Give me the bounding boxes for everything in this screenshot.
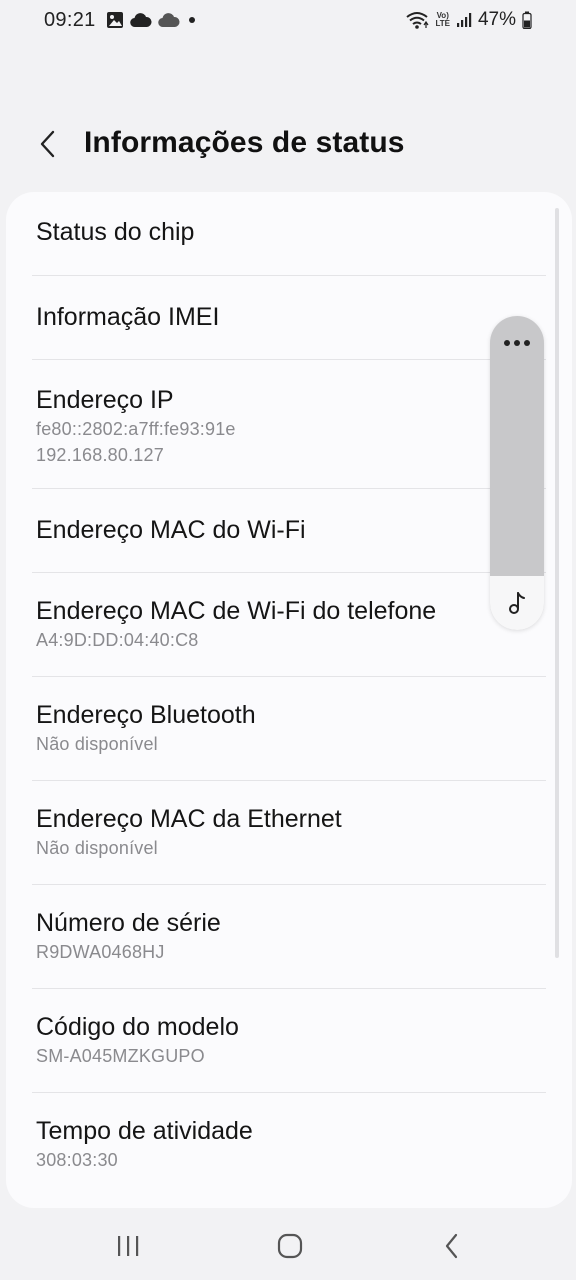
list-item-phone-wifi-mac[interactable]: Endereço MAC de Wi-Fi do telefone A4:9D:… [6,573,572,677]
item-value: Não disponível [36,734,158,754]
list-item-model-code[interactable]: Código do modelo SM-A045MZKGUPO [6,989,572,1093]
list-item-imei[interactable]: Informação IMEI [6,276,572,360]
music-button[interactable] [490,576,544,630]
list-item-chip-status[interactable]: Status do chip [6,192,572,276]
notification-icons [106,11,198,29]
item-title: Tempo de atividade [36,1117,253,1145]
signal-icon [456,13,472,27]
item-value-ipv4: 192.168.80.127 [36,445,164,465]
item-title: Endereço IP [36,386,174,414]
music-note-icon [509,592,525,614]
volte-indicator: Vo) LTE [435,12,450,28]
home-button[interactable] [270,1230,310,1262]
item-title: Código do modelo [36,1013,239,1041]
scrollbar[interactable] [555,208,559,958]
back-icon [445,1233,458,1259]
item-value: SM-A045MZKGUPO [36,1046,205,1066]
list-item-wifi-mac[interactable]: Endereço MAC do Wi-Fi [6,489,572,573]
item-value: 308:03:30 [36,1150,118,1170]
item-title: Endereço MAC da Ethernet [36,805,342,833]
image-icon [107,12,123,28]
page-title: Informações de status [84,126,405,159]
chevron-left-icon [40,130,55,158]
item-title: Endereço Bluetooth [36,701,256,729]
battery-percent: 47% [477,9,516,30]
status-time: 09:21 [44,9,96,31]
item-title: Informação IMEI [36,303,220,331]
dot [514,340,520,346]
battery-icon [522,11,532,29]
more-icon[interactable] [490,328,544,358]
back-button[interactable] [30,126,66,162]
item-title: Número de série [36,909,221,937]
list-item-ip-address[interactable]: Endereço IP fe80::2802:a7ff:fe93:91e 192… [6,360,572,489]
status-bar: 09:21 Vo) LTE 47% [0,0,576,40]
dot-icon [189,17,195,23]
list-item-bluetooth-address[interactable]: Endereço Bluetooth Não disponível [6,677,572,781]
cloud-icon [130,13,152,28]
wifi-icon [406,12,429,29]
item-title: Endereço MAC de Wi-Fi do telefone [36,597,437,625]
item-value: A4:9D:DD:04:40:C8 [36,630,199,650]
list-item-ethernet-mac[interactable]: Endereço MAC da Ethernet Não disponível [6,781,572,885]
header: Informações de status [0,112,576,176]
nav-back-button[interactable] [432,1230,472,1262]
item-value-ipv6: fe80::2802:a7ff:fe93:91e [36,419,236,439]
dot [524,340,530,346]
volte-line2: LTE [435,19,450,28]
recents-button[interactable] [108,1230,148,1262]
list-item-uptime[interactable]: Tempo de atividade 308:03:30 [6,1093,572,1197]
home-icon [277,1233,303,1259]
list-item-serial-number[interactable]: Número de série R9DWA0468HJ [6,885,572,989]
system-status-icons: Vo) LTE 47% [405,9,532,31]
dot [504,340,510,346]
navigation-bar [0,1212,576,1280]
item-title: Endereço MAC do Wi-Fi [36,516,306,544]
item-value: R9DWA0468HJ [36,942,165,962]
item-title: Status do chip [36,218,195,246]
recents-icon [118,1236,139,1256]
floating-panel[interactable] [490,316,544,630]
item-value: Não disponível [36,838,158,858]
status-info-list: Status do chip Informação IMEI Endereço … [6,192,572,1208]
cloud-icon [158,13,180,28]
screen: 09:21 Vo) LTE 47% Informações de status … [0,0,576,1280]
